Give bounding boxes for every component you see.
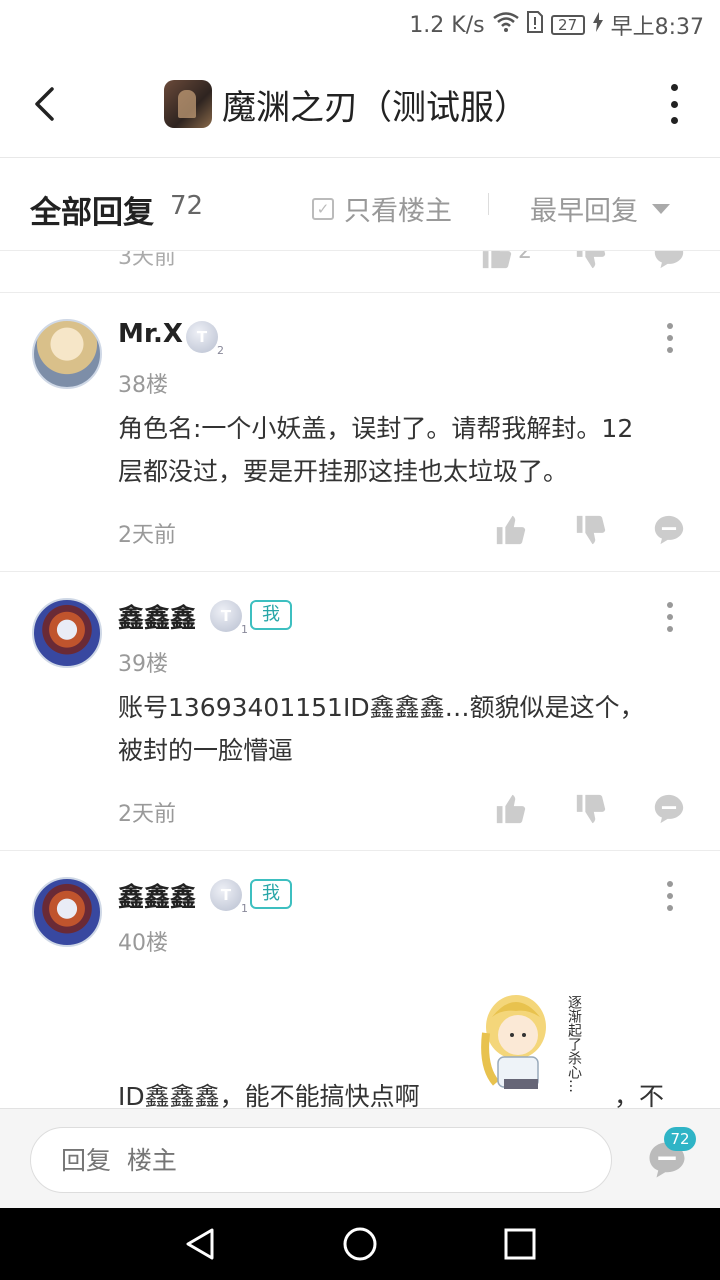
filter-bar: 全部回复 72 ✓ 只看楼主 最早回复 [0, 159, 720, 251]
sticker-caption: 逐渐起了杀心… [566, 995, 582, 1093]
sort-label: 最早回复 [530, 196, 638, 227]
network-speed: 1.2 K/s [409, 12, 485, 38]
more-vert-icon[interactable] [668, 84, 680, 124]
divider [488, 193, 489, 215]
user-name[interactable]: Mr.X [118, 319, 183, 349]
page-title: 魔渊之刃（测试服） [222, 87, 528, 128]
status-bar: 1.2 K/s 27 早上8:37 [0, 0, 720, 50]
app-header[interactable]: 魔渊之刃（测试服） [164, 78, 528, 130]
comment-count-badge: 72 [664, 1127, 696, 1151]
app-icon [164, 80, 212, 128]
comment-icon[interactable] [652, 792, 686, 826]
more-vert-icon[interactable] [666, 323, 674, 353]
post-body: 角色名:一个小妖盖，误封了。请帮我解封。12 层都没过，要是开挂那这挂也太垃圾了… [118, 414, 634, 486]
thumb-down-icon[interactable] [574, 251, 608, 271]
list-item: 鑫鑫鑫 T1 我 40楼 ID鑫鑫鑫，能不能搞快点啊 逐渐起了杀心… ，不 [0, 851, 720, 1108]
more-vert-icon[interactable] [666, 881, 674, 911]
reply-input[interactable] [30, 1127, 612, 1193]
me-badge: 我 [250, 879, 292, 909]
more-vert-icon[interactable] [666, 602, 674, 632]
reply-count: 72 [170, 191, 204, 221]
list-item: 鑫鑫鑫 T1 我 39楼 账号13693401151ID鑫鑫鑫…额貌似是这个， … [0, 572, 720, 851]
avatar[interactable] [32, 319, 102, 389]
me-badge: 我 [250, 600, 292, 630]
partial-post: 3天前 2 [0, 251, 720, 293]
title-bar: 魔渊之刃（测试服） [0, 50, 720, 158]
user-name[interactable]: 鑫鑫鑫 [118, 598, 196, 635]
floor-number: 40楼 [118, 931, 168, 956]
caret-down-icon [652, 203, 670, 214]
tier-badge: T2 [186, 321, 224, 357]
avatar[interactable] [32, 598, 102, 668]
post-time: 2天前 [118, 802, 176, 827]
reply-bar: 72 [0, 1108, 720, 1208]
sim-alert-icon [526, 11, 543, 39]
charging-icon [592, 12, 603, 38]
thumb-down-icon[interactable] [574, 792, 608, 826]
user-name[interactable]: 鑫鑫鑫 [118, 877, 196, 914]
tier-badge: T1 [210, 879, 248, 915]
owner-only-label: 只看楼主 [344, 196, 452, 227]
thumb-down-icon[interactable] [574, 513, 608, 547]
floor-number: 38楼 [118, 373, 168, 398]
wifi-icon [492, 12, 519, 38]
post-body: ID鑫鑫鑫，能不能搞快点啊 [118, 1082, 420, 1108]
back-arrow-icon [35, 87, 54, 121]
battery-icon: 27 [550, 15, 585, 35]
post-body-tail: ，不 [614, 1082, 665, 1108]
floor-number: 39楼 [118, 652, 168, 677]
comment-icon[interactable] [652, 251, 686, 271]
checkbox-icon: ✓ [312, 197, 334, 220]
post-body: 账号13693401151ID鑫鑫鑫…额貌似是这个， 被封的一脸懵逼 [118, 693, 645, 765]
like-count: 2 [518, 251, 532, 264]
post-time: 3天前 [118, 251, 176, 270]
clock: 早上8:37 [610, 15, 704, 40]
system-nav-bar [0, 1208, 720, 1280]
sort-dropdown[interactable]: 最早回复 [530, 189, 670, 228]
tier-badge: T1 [210, 600, 248, 636]
post-time: 2天前 [118, 523, 176, 548]
thumb-up-icon[interactable] [494, 513, 528, 547]
sticker-image: 逐渐起了杀心… [478, 987, 586, 1107]
back-button[interactable] [22, 78, 66, 130]
list-item: Mr.X T2 38楼 角色名:一个小妖盖，误封了。请帮我解封。12 层都没过，… [0, 293, 720, 572]
thumb-up-icon[interactable] [480, 251, 514, 271]
thumb-up-icon[interactable] [494, 792, 528, 826]
nav-home-icon[interactable] [342, 1226, 378, 1262]
comment-icon[interactable] [652, 513, 686, 547]
owner-only-toggle[interactable]: ✓ 只看楼主 [312, 189, 452, 228]
avatar[interactable] [32, 877, 102, 947]
all-replies-label: 全部回复 [30, 195, 154, 231]
nav-back-icon[interactable] [182, 1226, 218, 1262]
nav-recent-icon[interactable] [502, 1226, 538, 1262]
